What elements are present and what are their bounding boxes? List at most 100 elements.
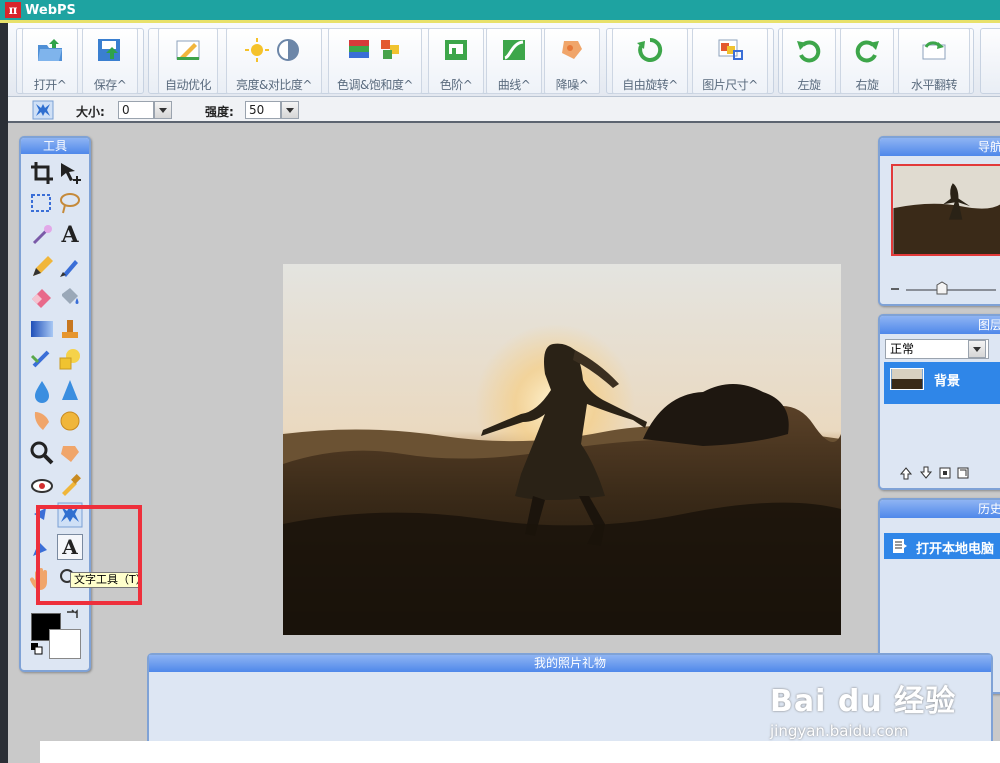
eraser-tool-icon[interactable] bbox=[29, 284, 55, 310]
background-color-swatch[interactable] bbox=[49, 629, 81, 659]
strength-label: 强度: bbox=[205, 105, 234, 119]
free-rotate-icon bbox=[637, 37, 663, 62]
layers-title: 图层 bbox=[880, 316, 1000, 334]
save-button[interactable]: 保存^ bbox=[82, 28, 138, 94]
brightness-contrast-label: 亮度&对比度^ bbox=[236, 78, 312, 92]
app-logo: π bbox=[5, 2, 21, 18]
tools-panel-title: 工具 bbox=[21, 138, 89, 154]
rotate-right-button[interactable]: 右旋 bbox=[840, 28, 894, 94]
levels-button[interactable]: 色阶^ bbox=[428, 28, 484, 94]
brightness-contrast-button[interactable]: 亮度&对比度^ bbox=[226, 28, 322, 94]
save-label: 保存^ bbox=[93, 78, 127, 92]
strength-select[interactable]: 50 bbox=[245, 101, 281, 119]
levels-label: 色阶^ bbox=[439, 78, 473, 92]
denoise-label: 降噪^ bbox=[555, 78, 589, 92]
auto-optimize-label: 自动优化 bbox=[164, 78, 212, 92]
navigator-panel: 导航 bbox=[878, 136, 1000, 306]
app-title: WebPS bbox=[25, 2, 76, 18]
size-dropdown-arrow-icon[interactable] bbox=[154, 101, 172, 119]
flip-horizontal-button[interactable]: 水平翻转 bbox=[898, 28, 970, 94]
layer-thumbnail bbox=[890, 368, 924, 390]
paint-bucket-tool-icon[interactable] bbox=[57, 284, 83, 310]
marquee-tool-icon[interactable] bbox=[29, 190, 55, 216]
hue-saturation-button[interactable]: 色调&饱和度^ bbox=[328, 28, 422, 94]
rotate-right-label: 右旋 bbox=[855, 78, 879, 92]
history-title: 历史 bbox=[880, 500, 1000, 518]
window-left-edge bbox=[0, 23, 8, 763]
open-label: 打开^ bbox=[33, 78, 67, 92]
save-icon bbox=[98, 39, 120, 61]
magic-wand-tool-icon[interactable] bbox=[29, 222, 55, 248]
blur-tool-icon[interactable] bbox=[29, 378, 55, 404]
watermark-sub-text: jingyan.baidu.com bbox=[770, 722, 909, 740]
free-rotate-button[interactable]: 自由旋转^ bbox=[612, 28, 688, 94]
zoom-slider-thumb[interactable] bbox=[936, 281, 948, 295]
canvas-image[interactable] bbox=[283, 264, 841, 635]
default-colors-icon[interactable] bbox=[31, 643, 43, 655]
curves-label: 曲线^ bbox=[497, 78, 531, 92]
curves-button[interactable]: 曲线^ bbox=[486, 28, 542, 94]
swap-colors-icon[interactable] bbox=[65, 608, 79, 622]
options-bar: 大小: 0 强度: 50 bbox=[0, 97, 1000, 123]
free-rotate-label: 自由旋转^ bbox=[622, 78, 678, 92]
text-tool-icon-top[interactable]: A bbox=[57, 222, 83, 248]
rotate-left-label: 左旋 bbox=[797, 78, 821, 92]
burn-tool-icon[interactable] bbox=[57, 440, 83, 466]
bottom-strip bbox=[40, 741, 1000, 763]
rotate-left-icon bbox=[797, 40, 821, 63]
main-toolbar: 打开^ 保存^ 自动优化 亮度&对比度^ 色调&饱和度^ 色阶^ 曲线^ 降噪^… bbox=[0, 23, 1000, 97]
layers-panel: 图层 正常 背景 bbox=[878, 314, 1000, 490]
image-size-label: 图片尺寸^ bbox=[702, 78, 758, 92]
annotation-highlight-box bbox=[36, 505, 142, 605]
history-item-label: 打开本地电脑 bbox=[916, 542, 995, 557]
rotate-right-icon bbox=[855, 40, 879, 63]
toolbar-group-more bbox=[980, 28, 1000, 94]
hue-saturation-label: 色调&饱和度^ bbox=[337, 78, 413, 92]
denoise-button[interactable]: 降噪^ bbox=[544, 28, 600, 94]
flip-horizontal-icon bbox=[922, 41, 946, 60]
rotate-left-button[interactable]: 左旋 bbox=[782, 28, 836, 94]
lasso-tool-icon[interactable] bbox=[57, 190, 83, 216]
open-button[interactable]: 打开^ bbox=[22, 28, 78, 94]
curves-icon bbox=[503, 40, 525, 60]
shape-tool-icon[interactable] bbox=[57, 346, 83, 372]
sharpen-tool-icon[interactable] bbox=[57, 378, 83, 404]
clone-stamp-tool-icon[interactable] bbox=[57, 316, 83, 342]
watermark-main-text: Bai du 经验 bbox=[770, 684, 957, 719]
zoom-tool-icon[interactable] bbox=[29, 440, 55, 466]
history-item[interactable]: 打开本地电脑 bbox=[884, 533, 1000, 559]
navigator-thumbnail[interactable] bbox=[891, 164, 1000, 256]
zoom-slider-track[interactable] bbox=[906, 289, 996, 291]
photo-gift-title: 我的照片礼物 bbox=[149, 655, 991, 672]
strength-dropdown-arrow-icon[interactable] bbox=[281, 101, 299, 119]
pencil-tool-icon[interactable] bbox=[29, 254, 55, 280]
brightness-icon bbox=[245, 38, 299, 62]
title-bar: π WebPS bbox=[0, 0, 1000, 20]
denoise-icon bbox=[562, 41, 582, 59]
brush-tool-icon[interactable] bbox=[57, 254, 83, 280]
crop-tool-icon[interactable] bbox=[29, 160, 55, 186]
history-item-icon bbox=[893, 539, 907, 553]
folder-open-icon bbox=[38, 39, 62, 61]
healing-brush-tool-icon[interactable] bbox=[29, 346, 55, 372]
eyedropper-tool-icon[interactable] bbox=[57, 472, 83, 498]
gradient-tool-icon[interactable] bbox=[29, 316, 55, 342]
image-size-button[interactable]: 图片尺寸^ bbox=[692, 28, 768, 94]
zoom-out-icon[interactable] bbox=[890, 284, 902, 294]
baidu-watermark: Bai du 经验 jingyan.baidu.com bbox=[770, 676, 956, 740]
size-label: 大小: bbox=[76, 105, 105, 119]
size-select[interactable]: 0 bbox=[118, 101, 154, 119]
levels-icon bbox=[445, 40, 467, 60]
red-eye-tool-icon[interactable] bbox=[29, 472, 55, 498]
flip-horizontal-label: 水平翻转 bbox=[910, 78, 958, 92]
sponge-tool-icon[interactable] bbox=[57, 408, 83, 434]
layer-row-background[interactable]: 背景 bbox=[884, 362, 1000, 404]
layer-name: 背景 bbox=[934, 374, 961, 389]
navigator-title: 导航 bbox=[880, 138, 1000, 156]
move-tool-icon[interactable] bbox=[57, 160, 83, 186]
current-tool-icon bbox=[32, 100, 54, 120]
blend-mode-arrow-icon[interactable] bbox=[968, 340, 986, 358]
layer-actions-icons[interactable] bbox=[900, 466, 980, 480]
smudge-tool-icon[interactable] bbox=[29, 408, 55, 434]
auto-optimize-button[interactable]: 自动优化 bbox=[158, 28, 218, 94]
